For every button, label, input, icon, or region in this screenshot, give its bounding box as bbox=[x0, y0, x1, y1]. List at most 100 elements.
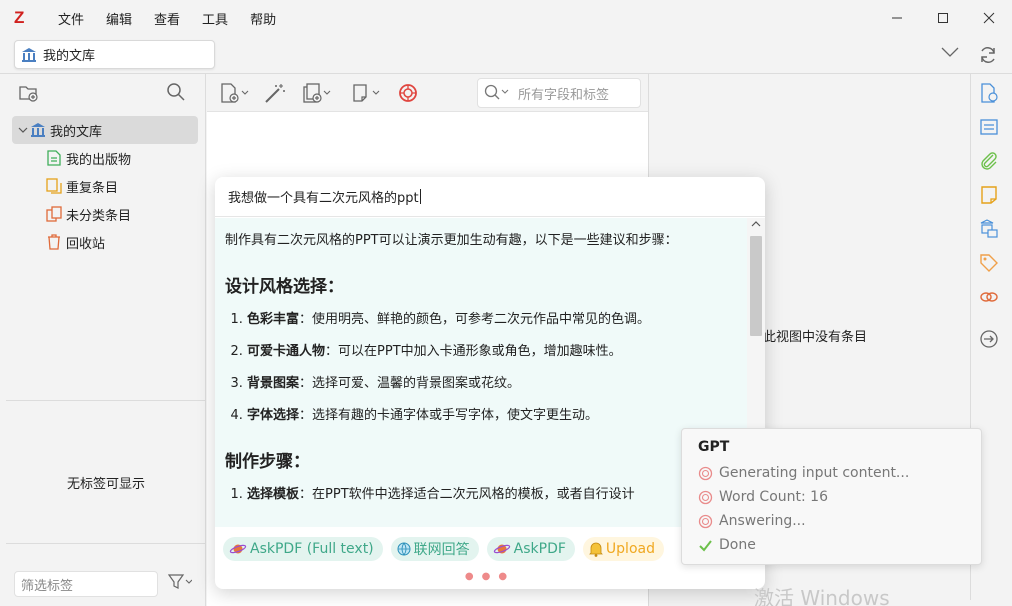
status-line: Word Count: 16 bbox=[698, 485, 965, 509]
minimize-button[interactable] bbox=[874, 0, 920, 36]
close-button[interactable] bbox=[966, 0, 1012, 36]
askpdf-button[interactable]: AskPDF bbox=[486, 537, 575, 561]
planet-icon bbox=[493, 542, 511, 556]
menu-help[interactable]: 帮助 bbox=[246, 7, 280, 30]
sidenav-abstract-button[interactable] bbox=[978, 116, 1000, 138]
list-item: 选择模板：在PPT软件中选择适合二次元风格的模板，或者自行设计 bbox=[247, 486, 737, 504]
no-tags-message: 无标签可显示 bbox=[66, 477, 145, 492]
openai-icon bbox=[698, 490, 714, 505]
publications-icon bbox=[46, 150, 62, 166]
filter-icon bbox=[168, 574, 192, 589]
zotero-logo: Z bbox=[14, 8, 25, 27]
empty-view-message: 此视图中没有条目 bbox=[763, 330, 868, 345]
new-item-icon bbox=[221, 83, 249, 103]
collection-my-library[interactable]: 我的文库 bbox=[12, 116, 198, 144]
new-item-button[interactable] bbox=[219, 82, 251, 104]
collection-label: 未分类条目 bbox=[66, 208, 132, 224]
items-search-input[interactable]: 所有字段和标签 bbox=[477, 78, 641, 108]
related-link-icon bbox=[980, 292, 998, 302]
sidenav-notes-button[interactable] bbox=[978, 184, 1000, 206]
sidenav-info-button[interactable] bbox=[978, 82, 1000, 104]
search-icon bbox=[484, 84, 509, 100]
more-dots-icon[interactable]: ●●● bbox=[215, 571, 765, 582]
menu-edit[interactable]: 编辑 bbox=[102, 7, 136, 30]
response-heading-steps: 制作步骤： bbox=[225, 452, 310, 472]
tab-my-library[interactable]: 我的文库 bbox=[14, 40, 215, 69]
menu-tools[interactable]: 工具 bbox=[198, 7, 232, 30]
collection-my-publications[interactable]: 我的出版物 bbox=[12, 144, 198, 172]
new-note-button[interactable] bbox=[351, 82, 383, 104]
tag-filter-area: 筛选标签 bbox=[6, 543, 206, 606]
gpt-status-title: GPT bbox=[698, 439, 730, 455]
tab-bar: 我的文库 bbox=[0, 36, 1012, 74]
scroll-up-icon[interactable] bbox=[751, 220, 761, 228]
menu-view[interactable]: 查看 bbox=[150, 7, 184, 30]
twisty-expanded-icon[interactable] bbox=[16, 125, 30, 135]
magic-wand-icon bbox=[265, 84, 285, 103]
collection-unfiled[interactable]: 未分类条目 bbox=[12, 200, 198, 228]
windows-activation-watermark: 激活 Windows bbox=[754, 586, 890, 606]
check-icon bbox=[698, 538, 714, 553]
status-line: Generating input content... bbox=[698, 461, 965, 485]
collections-pane: 我的文库 我的出版物 重复条目 未分类条目 回收站 无标签可显示 筛选标签 bbox=[6, 74, 206, 606]
sidenav-tags-button[interactable] bbox=[978, 252, 1000, 274]
list-item: 字体选择：选择有趣的卡通字体或手写字体，使文字更生动。 bbox=[247, 407, 737, 425]
minimize-icon bbox=[892, 17, 902, 19]
trash-icon bbox=[46, 234, 62, 250]
status-line: Answering... bbox=[698, 509, 965, 533]
abstract-icon bbox=[980, 119, 998, 135]
new-folder-icon bbox=[19, 86, 38, 102]
response-intro: 制作具有二次元风格的PPT可以让演示更加生动有趣，以下是一些建议和步骤： bbox=[225, 233, 678, 248]
gpt-button[interactable] bbox=[397, 82, 419, 104]
paperclip-icon bbox=[981, 152, 997, 170]
note-icon bbox=[981, 186, 997, 204]
note-icon bbox=[353, 84, 380, 102]
search-icon bbox=[167, 83, 185, 101]
response-heading-style: 设计风格选择： bbox=[225, 277, 344, 297]
askpdf-fulltext-button[interactable]: AskPDF (Full text) bbox=[223, 537, 383, 561]
collection-label: 重复条目 bbox=[66, 180, 119, 196]
sidenav-attachments-button[interactable] bbox=[978, 150, 1000, 172]
add-attachment-button[interactable] bbox=[301, 82, 333, 104]
maximize-icon bbox=[938, 13, 948, 23]
sidenav-related-button[interactable] bbox=[978, 286, 1000, 308]
search-placeholder: 所有字段和标签 bbox=[518, 87, 610, 103]
library-icon bbox=[30, 122, 46, 138]
list-item: 色彩丰富：使用明亮、鲜艳的颜色，可参考二次元作品中常见的色调。 bbox=[247, 311, 737, 329]
list-item: 背景图案：选择可爱、温馨的背景图案或花纹。 bbox=[247, 375, 737, 393]
chat-input[interactable]: 我想做一个具有二次元风格的ppt bbox=[215, 177, 765, 217]
attachment-add-icon bbox=[303, 83, 331, 103]
openai-icon bbox=[399, 84, 417, 102]
unfiled-icon bbox=[46, 206, 62, 222]
tab-label: 我的文库 bbox=[43, 49, 96, 64]
collection-duplicates[interactable]: 重复条目 bbox=[12, 172, 198, 200]
library-icon bbox=[22, 47, 36, 62]
maximize-button[interactable] bbox=[920, 0, 966, 36]
tag-pane-divider[interactable] bbox=[6, 400, 206, 401]
locate-arrow-icon bbox=[980, 330, 998, 348]
collection-tree: 我的文库 我的出版物 重复条目 未分类条目 回收站 bbox=[12, 116, 198, 256]
upload-button[interactable]: Upload bbox=[582, 537, 664, 561]
collection-trash[interactable]: 回收站 bbox=[12, 228, 198, 256]
text-caret bbox=[419, 189, 421, 204]
web-answer-button[interactable]: 联网回答 bbox=[390, 537, 479, 561]
duplicate-icon bbox=[46, 178, 62, 194]
sync-button[interactable] bbox=[975, 42, 1001, 68]
menu-file[interactable]: 文件 bbox=[54, 7, 88, 30]
scroll-thumb[interactable] bbox=[750, 236, 762, 336]
globe-icon bbox=[397, 542, 411, 556]
tag-actions-button[interactable] bbox=[168, 574, 192, 590]
collection-search-button[interactable] bbox=[166, 82, 186, 106]
bell-icon bbox=[588, 541, 603, 557]
add-by-identifier-button[interactable] bbox=[263, 82, 287, 104]
close-icon bbox=[983, 12, 995, 24]
tag-filter-input[interactable]: 筛选标签 bbox=[14, 571, 158, 597]
new-collection-button[interactable] bbox=[18, 82, 40, 108]
sidenav-locate-button[interactable] bbox=[978, 328, 1000, 350]
info-doc-icon bbox=[981, 83, 998, 103]
collection-label: 我的出版物 bbox=[66, 152, 132, 168]
chevron-down-icon bbox=[941, 47, 959, 57]
tabs-menu-button[interactable] bbox=[940, 45, 960, 63]
tag-icon bbox=[980, 254, 998, 272]
sidenav-libraries-button[interactable] bbox=[978, 218, 1000, 240]
